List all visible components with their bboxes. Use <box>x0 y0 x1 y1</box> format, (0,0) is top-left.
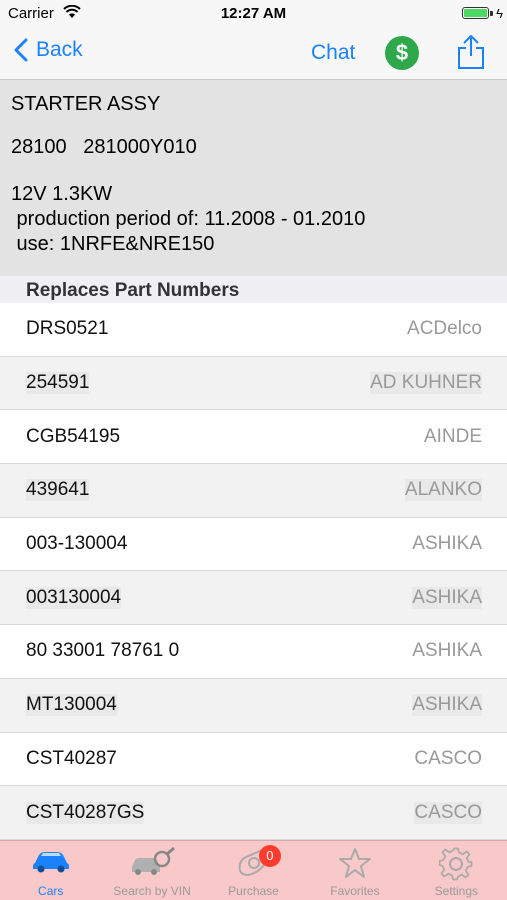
chat-button[interactable]: Chat <box>311 41 355 65</box>
car-icon <box>32 852 69 873</box>
back-label: Back <box>36 38 83 61</box>
part-name: STARTER ASSY <box>11 93 161 115</box>
part-number: 003-130004 <box>26 533 128 555</box>
brand-name: CASCO <box>414 747 482 769</box>
replaces-list: DRS0521 ACDelco 254591 AD KUHNER CGB54195 AIN… <box>0 303 507 840</box>
brand-name: AINDE <box>423 425 482 447</box>
gear-icon <box>439 847 473 881</box>
tab-search-by-vin[interactable]: Search by VIN <box>101 841 202 900</box>
part-number: 003130004 <box>26 586 122 609</box>
part-number: CGB54195 <box>26 425 121 447</box>
list-item[interactable]: 80 33001 78761 0 ASHIKA <box>0 625 507 679</box>
back-button[interactable]: Back <box>14 38 83 62</box>
status-time: 12:27 AM <box>220 5 287 22</box>
list-item[interactable]: 003130004 ASHIKA <box>0 571 507 626</box>
chevron-left-icon <box>14 38 28 62</box>
share-icon[interactable] <box>457 34 485 70</box>
brand-name: ALANKO <box>404 479 482 502</box>
part-number: DRS0521 <box>26 318 109 340</box>
part-description: 12V 1.3KW production period of: 11.2008 … <box>11 183 366 255</box>
tab-label-favorites: Favorites <box>330 884 380 898</box>
part-number: 439641 <box>26 479 90 502</box>
brand-name: ASHIKA <box>412 694 482 717</box>
brand-name: CASCO <box>414 801 482 824</box>
navigation-bar: Back Chat $ <box>0 28 507 80</box>
tab-label-search-by-vin: Search by VIN <box>113 884 191 898</box>
charging-icon: ϟ <box>496 6 503 21</box>
battery-tip <box>490 11 493 16</box>
part-number: 80 33001 78761 0 <box>26 640 180 662</box>
section-header: Replaces Part Numbers <box>0 276 507 303</box>
part-number: CST40287 <box>26 747 117 769</box>
tab-bar: Cars Search by VIN 0 Purchase Favorites … <box>0 840 507 900</box>
tab-settings[interactable]: Settings <box>406 841 507 900</box>
part-info: STARTER ASSY 28100 281000Y010 12V 1.3KW … <box>0 80 507 276</box>
tab-favorites[interactable]: Favorites <box>304 841 405 900</box>
battery-level <box>464 9 487 17</box>
tab-cars[interactable]: Cars <box>0 841 101 900</box>
vin-search-icon <box>132 847 176 875</box>
list-item[interactable]: 254591 AD KUHNER <box>0 356 507 411</box>
list-item[interactable]: CST40287GS CASCO <box>0 786 507 840</box>
brand-name: ACDelco <box>407 318 482 340</box>
tab-label-settings: Settings <box>434 884 478 898</box>
brand-name: ASHIKA <box>412 640 482 662</box>
status-bar: Carrier 12:27 AM ϟ <box>0 0 507 28</box>
list-item[interactable]: DRS0521 ACDelco <box>0 303 507 357</box>
list-item[interactable]: MT130004 ASHIKA <box>0 678 507 733</box>
list-item[interactable]: 439641 ALANKO <box>0 464 507 518</box>
brand-name: ASHIKA <box>412 533 482 555</box>
list-item[interactable]: 003-130004 ASHIKA <box>0 517 507 572</box>
purchase-dollar-button[interactable]: $ <box>385 36 419 70</box>
battery-icon <box>462 7 489 19</box>
tab-label-purchase: Purchase <box>228 884 279 898</box>
brand-name: AD KUHNER <box>370 372 482 395</box>
brand-name: ASHIKA <box>412 586 482 609</box>
tab-label-cars: Cars <box>38 884 64 898</box>
part-number: CST40287GS <box>26 801 145 824</box>
star-icon <box>338 848 371 878</box>
part-number: 254591 <box>26 372 90 395</box>
purchase-badge: 0 <box>258 845 281 867</box>
list-item[interactable]: CGB54195 AINDE <box>0 410 507 465</box>
part-number: MT130004 <box>26 694 117 717</box>
tab-purchase[interactable]: 0 Purchase <box>203 841 304 900</box>
part-numbers: 28100 281000Y010 <box>11 136 197 158</box>
list-item[interactable]: CST40287 CASCO <box>0 732 507 787</box>
